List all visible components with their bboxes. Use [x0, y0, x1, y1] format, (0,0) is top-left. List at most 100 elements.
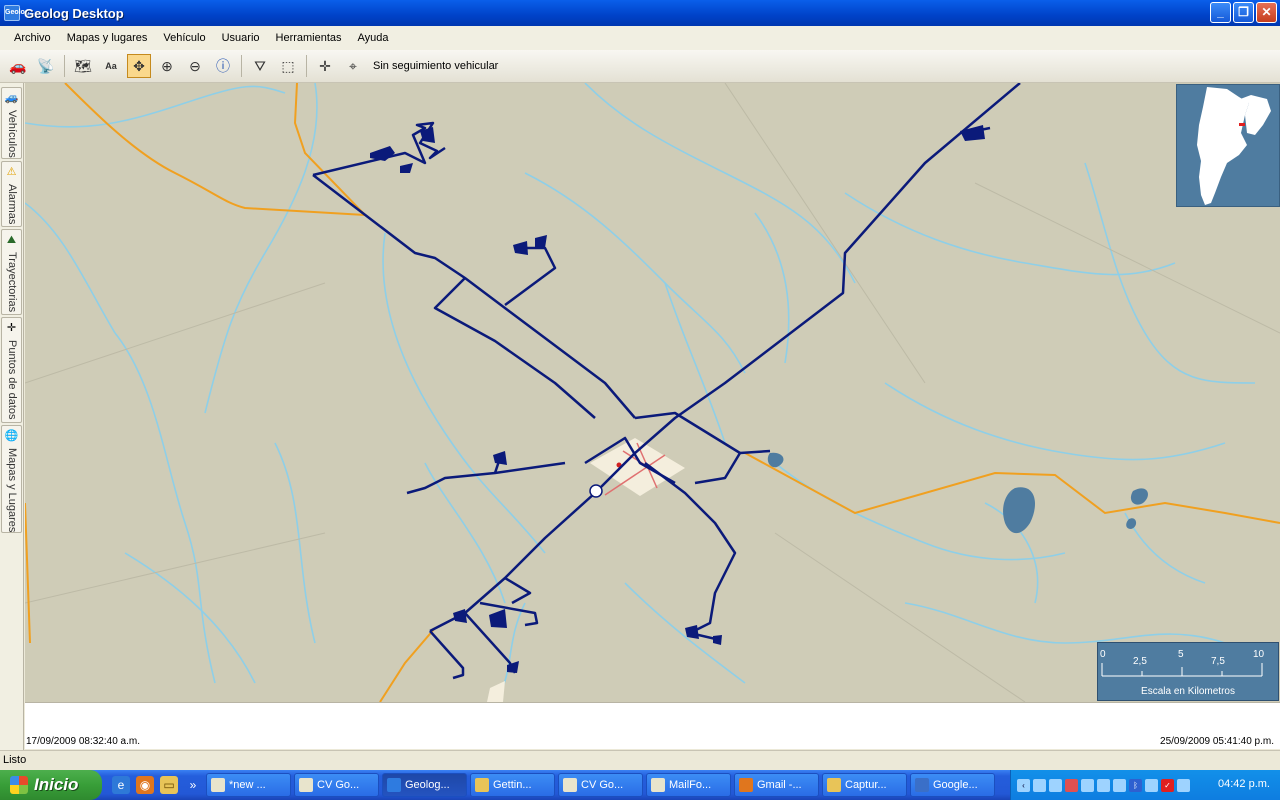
- start-label: Inicio: [34, 775, 79, 794]
- menu-herramientas[interactable]: Herramientas: [268, 32, 350, 44]
- car-icon: 🚙: [4, 92, 19, 104]
- route-segment: [429, 630, 465, 680]
- vehicle-route: [312, 83, 1021, 680]
- text-label-icon[interactable]: Aa: [99, 54, 123, 78]
- route-segment: [406, 461, 566, 495]
- maximize-button[interactable]: ❐: [1233, 2, 1254, 23]
- tab-puntos-de-datos[interactable]: ✛ Puntos de datos: [1, 317, 22, 423]
- security-icon[interactable]: [1065, 778, 1078, 792]
- antivirus-icon[interactable]: ✓: [1161, 778, 1174, 792]
- stop-marker: [453, 609, 467, 623]
- battery-icon[interactable]: [1113, 778, 1126, 792]
- stop-marker: [513, 241, 528, 255]
- info-icon[interactable]: ⓘ: [211, 54, 235, 78]
- task-button[interactable]: Google...: [910, 773, 995, 797]
- zoom-in-icon[interactable]: ⊕: [155, 54, 179, 78]
- tab-alarmas[interactable]: ⚠ Alarmas: [1, 161, 22, 227]
- menu-usuario[interactable]: Usuario: [214, 32, 268, 44]
- time-range-bar[interactable]: 17/09/2009 08:32:40 a.m. 25/09/2009 05:4…: [25, 702, 1280, 749]
- monitor-icon[interactable]: [1177, 778, 1190, 792]
- minimize-button[interactable]: _: [1210, 2, 1231, 23]
- task-button[interactable]: CV Go...: [558, 773, 643, 797]
- system-tray: ‹ ᛒ ✓ 04:42 p.m.: [1010, 770, 1280, 800]
- task-label: Geolog...: [405, 779, 450, 791]
- route-start-marker[interactable]: [589, 484, 603, 498]
- warning-icon: ⚠: [6, 166, 17, 178]
- route-segment: [504, 246, 557, 307]
- river: [25, 202, 116, 334]
- lake: [1003, 487, 1035, 534]
- route-segment: [479, 601, 539, 627]
- start-date-label: 17/09/2009 08:32:40 a.m.: [26, 736, 140, 747]
- network-icon[interactable]: [1049, 778, 1062, 792]
- tab-label: Puntos de datos: [6, 340, 18, 420]
- status-text: Listo: [3, 754, 27, 766]
- town-area: [590, 438, 685, 496]
- close-button[interactable]: ✕: [1256, 2, 1277, 23]
- stop-marker: [400, 163, 413, 173]
- ie-icon[interactable]: e: [112, 776, 130, 794]
- stop-marker: [370, 146, 395, 161]
- task-button[interactable]: *new ...: [206, 773, 291, 797]
- stop-marker: [960, 125, 985, 141]
- river: [204, 83, 318, 414]
- tray-back-icon[interactable]: ‹: [1017, 778, 1030, 792]
- tab-mapas-y-lugares[interactable]: 🌐 Mapas y Lugares: [1, 425, 22, 533]
- menu-archivo[interactable]: Archivo: [6, 32, 59, 44]
- start-button[interactable]: Inicio: [0, 770, 102, 800]
- map-canvas[interactable]: 0 2,5 5 7,5 10 Escala en Kilometros: [25, 83, 1280, 702]
- speaker-icon[interactable]: [1081, 778, 1094, 792]
- task-label: CV Go...: [317, 779, 360, 791]
- network-icon[interactable]: [1097, 778, 1110, 792]
- tracking-status-label[interactable]: Sin seguimiento vehicular: [373, 60, 498, 72]
- tab-label: Alarmas: [6, 184, 18, 225]
- task-button[interactable]: Gettin...: [470, 773, 555, 797]
- river: [25, 85, 286, 128]
- scale-label: 10: [1253, 649, 1265, 660]
- menu-mapas-y-lugares[interactable]: Mapas y lugares: [59, 32, 156, 44]
- task-label: Google...: [933, 779, 978, 791]
- bluetooth-icon[interactable]: ᛒ: [1129, 778, 1142, 792]
- polygon-select-icon[interactable]: ⛛: [248, 54, 272, 78]
- task-label: CV Go...: [581, 779, 624, 791]
- rectangle-select-icon[interactable]: ⬚: [276, 54, 300, 78]
- tab-vehiculos[interactable]: 🚙 Vehículos: [1, 87, 22, 159]
- map-layers-icon[interactable]: 🗺: [71, 54, 95, 78]
- pan-tool-icon[interactable]: ✥: [127, 54, 151, 78]
- window-icon: [299, 778, 313, 792]
- notepad-icon: [211, 778, 225, 792]
- task-button[interactable]: CV Go...: [294, 773, 379, 797]
- river: [424, 462, 506, 604]
- river: [624, 582, 746, 684]
- menu-vehiculo[interactable]: Vehículo: [155, 32, 213, 44]
- vehicle-icon[interactable]: 🚗: [6, 54, 30, 78]
- crosshair-icon[interactable]: ✛: [313, 54, 337, 78]
- firefox-icon[interactable]: ◉: [136, 776, 154, 794]
- menu-ayuda[interactable]: Ayuda: [350, 32, 397, 44]
- clock[interactable]: 04:42 p.m.: [1218, 778, 1270, 790]
- geolog-icon: [387, 778, 401, 792]
- task-button-active[interactable]: Geolog...: [382, 773, 467, 797]
- folder-icon[interactable]: ▭: [160, 776, 178, 794]
- task-button[interactable]: MailFo...: [646, 773, 731, 797]
- end-date-label: 25/09/2009 05:41:40 p.m.: [1160, 736, 1274, 747]
- overview-map[interactable]: [1176, 84, 1280, 207]
- highway: [293, 83, 366, 216]
- river: [904, 602, 1226, 644]
- scale-label: 7,5: [1211, 656, 1225, 667]
- scale-label: 2,5: [1133, 656, 1147, 667]
- zoom-out-icon[interactable]: ⊖: [183, 54, 207, 78]
- antenna-icon[interactable]: 📡: [34, 54, 58, 78]
- task-button[interactable]: Gmail -...: [734, 773, 819, 797]
- quick-launch: e ◉ ▭ »: [112, 776, 202, 794]
- town-area: [487, 681, 505, 702]
- task-button[interactable]: Captur...: [822, 773, 907, 797]
- rivers: [25, 83, 1256, 702]
- center-target-icon[interactable]: ⌖: [341, 54, 365, 78]
- network-icon[interactable]: [1033, 778, 1046, 792]
- map-layer: [25, 83, 1280, 702]
- display-icon[interactable]: [1145, 778, 1158, 792]
- tab-trayectorias[interactable]: ⛰ Trayectorias: [1, 229, 22, 315]
- task-label: Captur...: [845, 779, 887, 791]
- more-chevron-icon[interactable]: »: [184, 776, 202, 794]
